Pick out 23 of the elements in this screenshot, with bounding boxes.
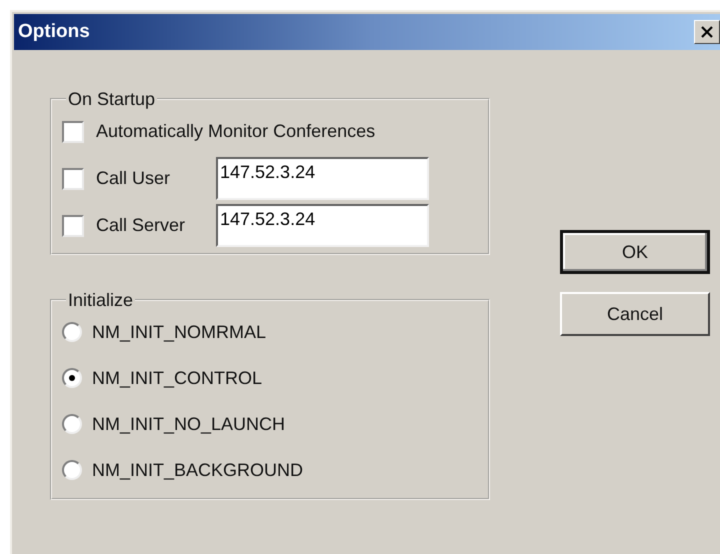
radio-button[interactable] bbox=[62, 322, 82, 342]
radio-button[interactable] bbox=[62, 414, 82, 434]
checkbox-label: Call User bbox=[96, 167, 170, 190]
group-label: Initialize bbox=[67, 291, 134, 309]
radio-label: NM_INIT_BACKGROUND bbox=[92, 458, 304, 482]
radio-button[interactable] bbox=[62, 368, 82, 388]
checkbox[interactable] bbox=[62, 214, 84, 236]
checkbox-label: Automatically Monitor Conferences bbox=[96, 120, 376, 143]
close-button[interactable] bbox=[694, 20, 720, 44]
radio-label: NM_INIT_NO_LAUNCH bbox=[92, 412, 286, 436]
dialog-button[interactable]: Cancel bbox=[560, 292, 710, 336]
radio-label: NM_INIT_CONTROL bbox=[92, 366, 262, 390]
address-field[interactable]: 147.52.3.24 bbox=[216, 204, 429, 247]
checkbox[interactable] bbox=[62, 120, 84, 142]
address-field[interactable]: 147.52.3.24 bbox=[216, 157, 429, 200]
checkbox[interactable] bbox=[62, 168, 84, 190]
checkbox-label: Call Server bbox=[96, 214, 186, 237]
dialog-button[interactable]: OK bbox=[560, 230, 710, 274]
radio-button[interactable] bbox=[62, 460, 82, 480]
radio-label: NM_INIT_NOMRMAL bbox=[92, 320, 266, 344]
close-icon bbox=[700, 26, 714, 38]
group-label: On Startup bbox=[67, 90, 156, 108]
window-title: Options bbox=[18, 20, 90, 44]
